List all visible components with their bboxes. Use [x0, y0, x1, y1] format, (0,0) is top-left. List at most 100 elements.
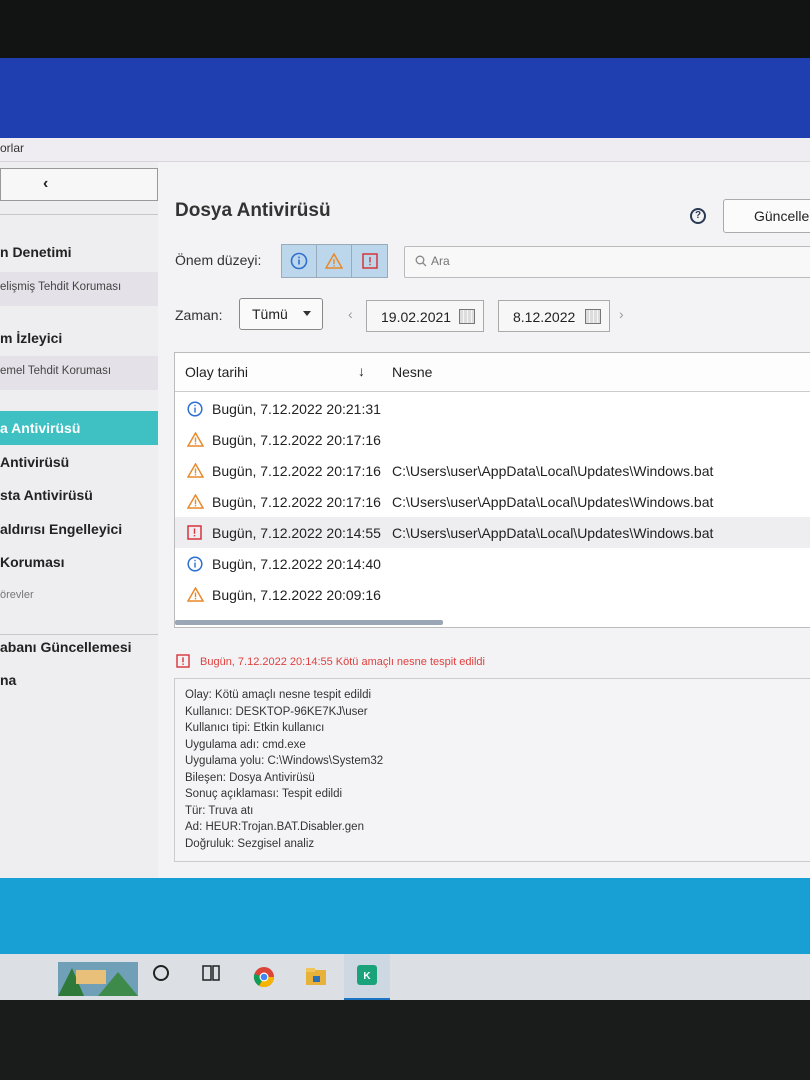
row-severity — [186, 462, 205, 483]
critical-icon — [361, 253, 378, 269]
detail-line: Doğruluk: Sezgisel analiz — [185, 837, 315, 850]
row-severity — [187, 401, 203, 422]
menubar: orlar — [0, 138, 810, 162]
row-date: Bugün, 7.12.2022 20:09:16 — [212, 587, 381, 603]
sidebar-item[interactable]: a Antivirüsü — [0, 411, 158, 445]
row-severity — [186, 431, 205, 452]
search-icon — [415, 255, 427, 267]
title-bar-area — [0, 58, 810, 138]
table-row[interactable]: Bugün, 7.12.2022 20:14:40 — [175, 548, 810, 579]
detail-line: Ad: HEUR:Trojan.BAT.Disabler.gen — [185, 821, 364, 833]
severity-label: Önem düzeyi: — [175, 252, 262, 268]
back-button[interactable]: ‹ — [0, 168, 158, 201]
row-date: Bugün, 7.12.2022 20:14:55 — [212, 525, 381, 541]
monitor-bezel-bottom — [0, 1000, 810, 1080]
sidebar-item[interactable]: emel Tehdit Koruması — [0, 356, 158, 390]
row-severity — [187, 525, 202, 545]
events-table: Olay tarihi ↓ Nesne Bugün, 7.12.2022 20:… — [174, 352, 810, 628]
sidebar-item[interactable]: n Denetimi — [0, 235, 158, 269]
warning-icon — [186, 493, 205, 509]
row-date: Bugün, 7.12.2022 20:17:16 — [212, 463, 381, 479]
detail-line: Uygulama adı: cmd.exe — [185, 738, 306, 751]
kaspersky-icon: K — [357, 965, 377, 985]
time-filter-dropdown[interactable]: Tümü — [239, 298, 323, 330]
sidebar-item[interactable]: Koruması — [0, 545, 158, 579]
row-severity — [186, 586, 205, 607]
next-arrow-icon[interactable]: › — [619, 306, 624, 322]
horizontal-scrollbar[interactable] — [175, 620, 443, 625]
search-input[interactable] — [431, 254, 731, 268]
detail-line: Kullanıcı tipi: Etkin kullanıcı — [185, 722, 325, 734]
calendar-icon[interactable] — [459, 309, 475, 324]
sidebar-item: örevler — [0, 589, 34, 601]
row-date: Bugün, 7.12.2022 20:21:31 — [212, 401, 381, 417]
detail-header-text: Bugün, 7.12.2022 20:14:55 Kötü amaçlı ne… — [200, 656, 485, 668]
main-panel: Dosya Antivirüsü ? Güncelle Önem düzeyi:… — [158, 162, 810, 878]
critical-icon — [187, 525, 202, 540]
taskbar-thumbnail-icon[interactable] — [58, 962, 138, 996]
detail-line: Bileşen: Dosya Antivirüsü — [185, 771, 315, 784]
chrome-icon[interactable] — [253, 966, 275, 988]
table-row[interactable]: Bugün, 7.12.2022 20:17:16 — [175, 424, 810, 455]
calendar-icon[interactable] — [585, 309, 601, 324]
sidebar-item[interactable]: aldırısı Engelleyici — [0, 512, 158, 546]
menubar-text[interactable]: orlar — [0, 141, 24, 155]
update-button[interactable]: Güncelle — [723, 199, 810, 233]
row-date: Bugün, 7.12.2022 20:17:16 — [212, 494, 381, 510]
task-view-icon[interactable] — [201, 964, 221, 982]
monitor-bezel-top — [0, 0, 810, 58]
sort-down-arrow-icon[interactable]: ↓ — [358, 363, 365, 379]
sidebar: ‹ n Denetimi elişmiş Tehdit Koruması m İzl… — [0, 162, 158, 878]
event-details: Olay: Kötü amaçlı nesne tespit edildi Kul… — [174, 678, 810, 862]
detail-line: Sonuç açıklaması: Tespit edildi — [185, 788, 343, 800]
column-header-object[interactable]: Nesne — [392, 364, 432, 380]
page-title: Dosya Antivirüsü — [175, 200, 331, 221]
warning-icon — [325, 253, 343, 269]
row-object: C:\Users\user\AppData\Local\Updates\Wind… — [392, 494, 714, 510]
app-window: orlar ‹ n Denetimi elişmiş Tehdit Korumas… — [0, 138, 810, 878]
time-filter-value: Tümü — [252, 306, 288, 322]
row-object: C:\Users\user\AppData\Local\Updates\Wind… — [392, 525, 714, 541]
table-row[interactable]: Bugün, 7.12.2022 20:17:16 C:\Users\user\A… — [175, 486, 810, 517]
critical-icon — [176, 654, 190, 668]
sidebar-item[interactable]: abanı Güncellemesi — [0, 630, 158, 664]
severity-filter — [281, 244, 388, 278]
info-icon — [187, 401, 203, 417]
detail-line: Olay: Kötü amaçlı nesne tespit edildi — [185, 689, 372, 701]
severity-warning-button[interactable] — [317, 245, 352, 277]
taskbar-active-app[interactable]: K — [344, 954, 390, 1000]
sidebar-item[interactable]: elişmiş Tehdit Koruması — [0, 272, 158, 306]
sidebar-divider — [0, 634, 158, 635]
table-row[interactable]: Bugün, 7.12.2022 20:09:16 — [175, 579, 810, 610]
sidebar-item[interactable]: Antivirüsü — [0, 445, 158, 479]
svg-text:K: K — [363, 971, 371, 982]
date-to-value: 8.12.2022 — [513, 309, 576, 325]
sidebar-item[interactable]: na — [0, 663, 158, 697]
date-from-value: 19.02.2021 — [381, 309, 452, 325]
table-header: Olay tarihi ↓ Nesne — [175, 353, 810, 392]
date-to-field[interactable]: 8.12.2022 — [498, 300, 610, 332]
warning-icon — [186, 431, 205, 447]
severity-critical-button[interactable] — [352, 245, 387, 277]
cortana-circle-icon[interactable] — [152, 964, 170, 982]
file-explorer-icon[interactable] — [305, 967, 327, 987]
row-object: C:\Users\user\AppData\Local\Updates\Wind… — [392, 463, 714, 479]
chevron-down-icon — [303, 311, 311, 316]
chevron-left-icon: ‹ — [43, 175, 49, 192]
sidebar-item[interactable]: sta Antivirüsü — [0, 478, 158, 512]
row-severity — [187, 556, 203, 577]
time-label: Zaman: — [175, 307, 223, 323]
sidebar-item[interactable]: m İzleyici — [0, 321, 158, 355]
desktop-background — [0, 878, 810, 954]
table-row[interactable]: Bugün, 7.12.2022 20:21:31 — [175, 393, 810, 424]
help-icon[interactable]: ? — [690, 208, 706, 224]
search-box — [404, 246, 810, 278]
taskbar: K — [0, 954, 810, 1000]
table-row[interactable]: Bugün, 7.12.2022 20:17:16 C:\Users\user\A… — [175, 455, 810, 486]
severity-info-button[interactable] — [282, 245, 317, 277]
previous-arrow-icon[interactable]: ‹ — [348, 306, 353, 322]
column-header-date[interactable]: Olay tarihi — [185, 364, 248, 380]
table-row[interactable]: Bugün, 7.12.2022 20:14:55 C:\Users\user\A… — [175, 517, 810, 548]
detail-line: Kullanıcı: DESKTOP-96KE7KJ\user — [185, 705, 368, 718]
date-from-field[interactable]: 19.02.2021 — [366, 300, 484, 332]
